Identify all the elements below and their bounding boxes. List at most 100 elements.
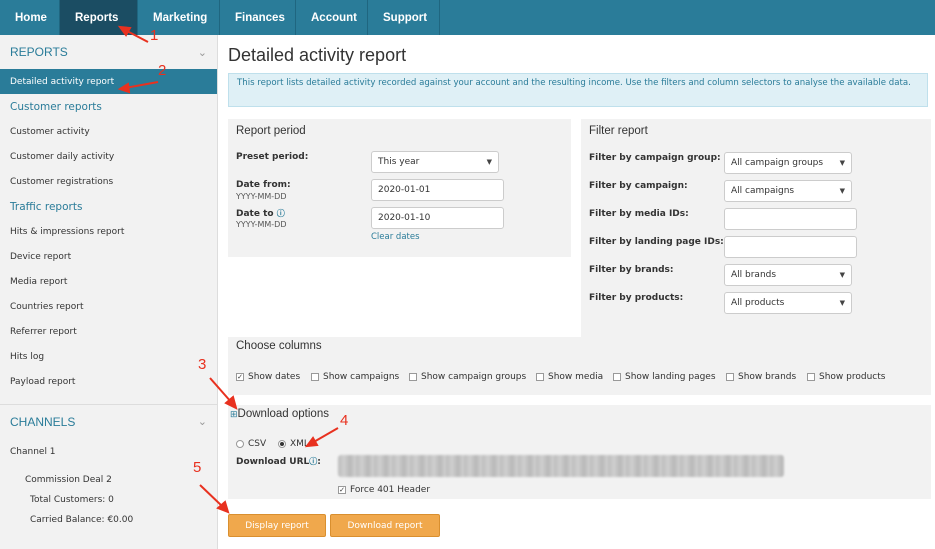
channel-name: Channel 1 xyxy=(10,447,56,457)
filter-campaign-group-label: Filter by campaign group: xyxy=(589,153,721,163)
show-landing-pages-label: Show landing pages xyxy=(625,372,716,382)
chevron-down-icon[interactable]: ⌄ xyxy=(198,415,207,428)
show-dates-label: Show dates xyxy=(248,372,301,382)
report-period-title: Report period xyxy=(236,125,306,137)
checkbox-icon xyxy=(613,373,621,381)
help-icon[interactable]: ⓘ xyxy=(309,457,317,466)
choose-columns-panel: Choose columns ✓ Show dates Show campaign… xyxy=(228,337,931,395)
brands-value: All brands xyxy=(731,270,777,280)
download-url-field[interactable] xyxy=(338,455,784,477)
download-options-toggle[interactable]: ⊞Download options xyxy=(230,408,329,420)
nav-tab-finances[interactable]: Finances xyxy=(220,0,296,35)
reports-section-header[interactable]: REPORTS ⌄ xyxy=(0,35,217,69)
show-media-checkbox[interactable]: Show media xyxy=(536,372,603,382)
show-brands-checkbox[interactable]: Show brands xyxy=(726,372,796,382)
sidebar-item-payload-report[interactable]: Payload report xyxy=(0,369,217,394)
filter-media-label: Filter by media IDs: xyxy=(589,209,689,219)
filter-products-label: Filter by products: xyxy=(589,293,684,303)
help-icon[interactable]: ⓘ xyxy=(277,209,285,218)
sidebar-item-hits-impressions[interactable]: Hits & impressions report xyxy=(0,219,217,244)
dropdown-arrow-icon: ▼ xyxy=(839,271,845,279)
sidebar-item-customer-registrations[interactable]: Customer registrations xyxy=(0,169,217,194)
campaign-group-select[interactable]: All campaign groups ▼ xyxy=(724,152,852,174)
sidebar: REPORTS ⌄ Detailed activity report Custo… xyxy=(0,35,218,549)
nav-tab-home[interactable]: Home xyxy=(0,0,60,35)
date-from-label: Date from: xyxy=(236,180,291,190)
carried-balance: Carried Balance: €0.00 xyxy=(30,515,134,525)
filter-brands-label: Filter by brands: xyxy=(589,265,674,275)
sidebar-item-referrer-report[interactable]: Referrer report xyxy=(0,319,217,344)
annotation-3: 3 xyxy=(198,356,207,373)
annotation-4: 4 xyxy=(340,412,349,429)
channels-section-header[interactable]: CHANNELS ⌄ xyxy=(0,404,217,438)
preset-period-value: This year xyxy=(378,157,420,167)
nav-tab-reports[interactable]: Reports xyxy=(60,0,138,35)
download-options-panel: ⊞Download options CSV XML Download URLⓘ:… xyxy=(228,405,931,499)
xml-radio[interactable]: XML xyxy=(278,439,309,449)
filter-report-panel: Filter report Filter by campaign group: … xyxy=(581,119,931,359)
download-url-label: Download URLⓘ: xyxy=(236,457,321,467)
checkbox-icon xyxy=(807,373,815,381)
sidebar-item-media-report[interactable]: Media report xyxy=(0,269,217,294)
landing-page-ids-input[interactable] xyxy=(724,236,857,258)
nav-tab-support[interactable]: Support xyxy=(368,0,440,35)
sidebar-item-hits-log[interactable]: Hits log xyxy=(0,344,217,369)
radio-icon xyxy=(236,440,244,448)
date-to-input[interactable]: 2020-01-10 xyxy=(371,207,504,229)
show-campaigns-checkbox[interactable]: Show campaigns xyxy=(311,372,399,382)
campaign-value: All campaigns xyxy=(731,186,795,196)
show-products-label: Show products xyxy=(819,372,886,382)
date-from-hint: YYYY-MM-DD xyxy=(236,192,287,201)
dropdown-arrow-icon: ▼ xyxy=(839,299,845,307)
total-customers: Total Customers: 0 xyxy=(30,495,114,505)
nav-tab-account[interactable]: Account xyxy=(296,0,368,35)
customer-reports-heading: Customer reports xyxy=(10,100,102,113)
filter-landing-label: Filter by landing page IDs: xyxy=(589,237,724,247)
radio-selected-icon xyxy=(278,440,286,448)
dropdown-arrow-icon: ▼ xyxy=(839,159,845,167)
checkbox-icon xyxy=(536,373,544,381)
choose-columns-title: Choose columns xyxy=(236,340,322,352)
show-landing-pages-checkbox[interactable]: Show landing pages xyxy=(613,372,716,382)
force-401-checkbox[interactable]: ✓ Force 401 Header xyxy=(338,485,430,495)
products-select[interactable]: All products ▼ xyxy=(724,292,852,314)
date-to-label: Date to ⓘ xyxy=(236,209,285,219)
annotation-2: 2 xyxy=(158,62,167,79)
sidebar-item-customer-activity[interactable]: Customer activity xyxy=(0,119,217,144)
show-campaign-groups-checkbox[interactable]: Show campaign groups xyxy=(409,372,526,382)
checkbox-checked-icon: ✓ xyxy=(236,372,244,381)
sidebar-item-detailed-activity[interactable]: Detailed activity report xyxy=(0,69,217,94)
show-dates-checkbox[interactable]: ✓ Show dates xyxy=(236,372,300,382)
display-report-button[interactable]: Display report xyxy=(228,514,326,537)
top-nav: Home Reports Marketing Finances Account … xyxy=(0,0,935,35)
clear-dates-link[interactable]: Clear dates xyxy=(371,232,420,242)
download-report-button[interactable]: Download report xyxy=(330,514,440,537)
show-media-label: Show media xyxy=(548,372,604,382)
preset-period-select[interactable]: This year ▼ xyxy=(371,151,499,173)
checkbox-icon xyxy=(409,373,417,381)
brands-select[interactable]: All brands ▼ xyxy=(724,264,852,286)
csv-label: CSV xyxy=(248,439,267,449)
sidebar-item-device-report[interactable]: Device report xyxy=(0,244,217,269)
reports-heading: REPORTS xyxy=(10,45,68,59)
traffic-reports-heading: Traffic reports xyxy=(10,200,83,213)
xml-label: XML xyxy=(290,439,309,449)
date-from-input[interactable]: 2020-01-01 xyxy=(371,179,504,201)
sidebar-item-customer-daily-activity[interactable]: Customer daily activity xyxy=(0,144,217,169)
force-401-label: Force 401 Header xyxy=(350,485,431,495)
products-value: All products xyxy=(731,298,785,308)
media-ids-input[interactable] xyxy=(724,208,857,230)
annotation-1: 1 xyxy=(150,27,159,44)
chevron-down-icon[interactable]: ⌄ xyxy=(198,46,207,59)
preset-period-label: Preset period: xyxy=(236,152,309,162)
show-brands-label: Show brands xyxy=(738,372,797,382)
dropdown-arrow-icon: ▼ xyxy=(839,187,845,195)
show-products-checkbox[interactable]: Show products xyxy=(807,372,885,382)
sidebar-item-countries-report[interactable]: Countries report xyxy=(0,294,217,319)
expand-icon[interactable]: ⊞ xyxy=(230,409,238,419)
show-campaign-groups-label: Show campaign groups xyxy=(421,372,527,382)
campaign-select[interactable]: All campaigns ▼ xyxy=(724,180,852,202)
checkbox-checked-icon: ✓ xyxy=(338,485,346,494)
csv-radio[interactable]: CSV xyxy=(236,439,266,449)
download-options-title: Download options xyxy=(237,408,329,420)
